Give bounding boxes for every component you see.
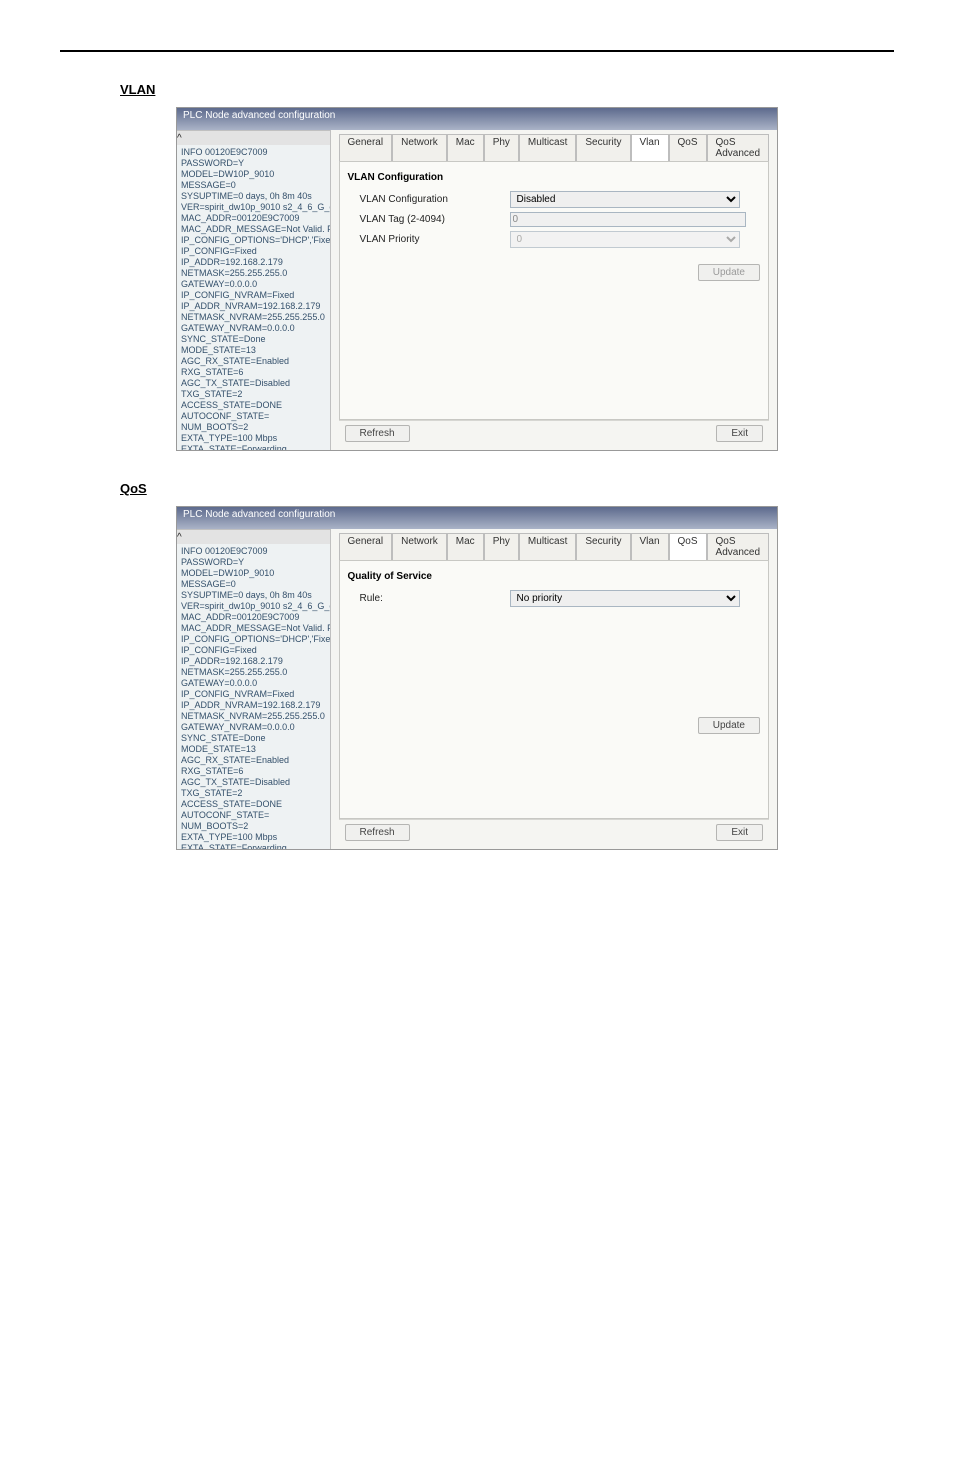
tab-network[interactable]: Network	[392, 134, 447, 161]
update-button[interactable]: Update	[698, 264, 760, 281]
group-title: VLAN Configuration	[348, 172, 760, 183]
tab-security[interactable]: Security	[576, 533, 630, 560]
exit-button[interactable]: Exit	[716, 824, 763, 841]
tab-multicast[interactable]: Multicast	[519, 533, 576, 560]
tab-phy[interactable]: Phy	[484, 134, 519, 161]
refresh-button[interactable]: Refresh	[345, 824, 410, 841]
vlan-priority-select: 0	[510, 231, 740, 248]
vlan-priority-label: VLAN Priority	[348, 234, 510, 245]
tab-qos-advanced[interactable]: QoS Advanced	[707, 533, 769, 560]
vlan-panel: VLAN Configuration VLAN Configuration Di…	[339, 161, 769, 420]
section-heading-vlan: VLAN	[120, 82, 894, 97]
vlan-config-label: VLAN Configuration	[348, 194, 510, 205]
tab-strip: General Network Mac Phy Multicast Securi…	[339, 134, 769, 161]
tab-vlan[interactable]: Vlan	[631, 134, 669, 161]
window-title: PLC Node advanced configuration	[177, 108, 777, 130]
tab-strip: General Network Mac Phy Multicast Securi…	[339, 533, 769, 560]
tab-qos[interactable]: QoS	[669, 533, 707, 560]
tab-qos-advanced[interactable]: QoS Advanced	[707, 134, 769, 161]
vlan-tag-input	[510, 212, 746, 227]
qos-rule-select[interactable]: No priority	[510, 590, 740, 607]
tab-security[interactable]: Security	[576, 134, 630, 161]
info-panel: ^ INFO 00120E9C7009 PASSWORD=Y MODEL=DW1…	[177, 529, 331, 849]
window-title: PLC Node advanced configuration	[177, 507, 777, 529]
info-panel: ^ INFO 00120E9C7009 PASSWORD=Y MODEL=DW1…	[177, 130, 331, 450]
update-button[interactable]: Update	[698, 717, 760, 734]
window-qos: PLC Node advanced configuration ^ INFO 0…	[176, 506, 778, 850]
vlan-config-select[interactable]: Disabled	[510, 191, 740, 208]
qos-panel: Quality of Service Rule: No priority Upd…	[339, 560, 769, 819]
refresh-button[interactable]: Refresh	[345, 425, 410, 442]
window-vlan: PLC Node advanced configuration ^ INFO 0…	[176, 107, 778, 451]
tab-mac[interactable]: Mac	[447, 134, 484, 161]
info-text: INFO 00120E9C7009 PASSWORD=Y MODEL=DW10P…	[177, 145, 330, 450]
vlan-tag-label: VLAN Tag (2-4094)	[348, 214, 510, 225]
section-heading-qos: QoS	[120, 481, 894, 496]
tab-qos[interactable]: QoS	[669, 134, 707, 161]
qos-rule-label: Rule:	[348, 593, 510, 604]
tab-vlan[interactable]: Vlan	[631, 533, 669, 560]
tab-multicast[interactable]: Multicast	[519, 134, 576, 161]
exit-button[interactable]: Exit	[716, 425, 763, 442]
tab-network[interactable]: Network	[392, 533, 447, 560]
info-text: INFO 00120E9C7009 PASSWORD=Y MODEL=DW10P…	[177, 544, 330, 849]
tab-general[interactable]: General	[339, 533, 393, 560]
scroll-up-icon[interactable]: ^	[177, 529, 330, 544]
group-title: Quality of Service	[348, 571, 760, 582]
tab-mac[interactable]: Mac	[447, 533, 484, 560]
tab-phy[interactable]: Phy	[484, 533, 519, 560]
tab-general[interactable]: General	[339, 134, 393, 161]
scroll-up-icon[interactable]: ^	[177, 130, 330, 145]
